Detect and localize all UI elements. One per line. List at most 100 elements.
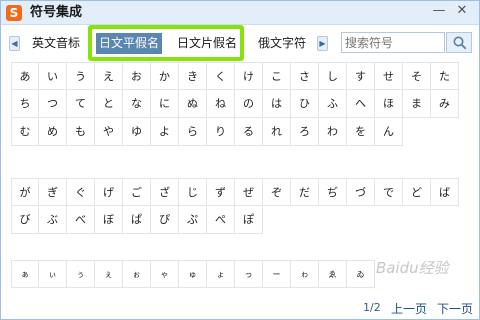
symbol-cell[interactable]: ぽ bbox=[235, 206, 263, 234]
symbol-cell[interactable]: ふ bbox=[319, 90, 347, 118]
symbol-cell[interactable]: ぢ bbox=[319, 178, 347, 206]
symbol-cell[interactable]: ぞ bbox=[263, 178, 291, 206]
symbol-cell[interactable]: ほ bbox=[375, 90, 403, 118]
symbol-cell[interactable]: が bbox=[11, 178, 39, 206]
tab-hiragana[interactable]: 日文平假名 bbox=[96, 33, 163, 54]
symbol-cell[interactable]: ぬ bbox=[179, 90, 207, 118]
symbol-cell[interactable]: じ bbox=[179, 178, 207, 206]
symbol-cell[interactable]: ぜ bbox=[235, 178, 263, 206]
symbol-cell[interactable]: て bbox=[67, 90, 95, 118]
symbol-cell[interactable]: へ bbox=[347, 90, 375, 118]
symbol-cell[interactable]: だ bbox=[291, 178, 319, 206]
symbol-cell[interactable]: ぼ bbox=[95, 206, 123, 234]
symbol-cell[interactable]: え bbox=[95, 62, 123, 90]
symbol-cell[interactable]: な bbox=[123, 90, 151, 118]
symbol-cell[interactable]: れ bbox=[263, 118, 291, 146]
symbol-cell[interactable]: ぃ bbox=[39, 260, 67, 288]
symbol-cell[interactable]: ゃ bbox=[151, 260, 179, 288]
symbol-cell[interactable]: ぺ bbox=[207, 206, 235, 234]
minimize-button[interactable]: — bbox=[431, 4, 447, 20]
scroll-left-icon[interactable]: ◀ bbox=[9, 36, 20, 51]
symbol-cell[interactable]: ず bbox=[207, 178, 235, 206]
symbol-cell[interactable]: ゎ bbox=[291, 260, 319, 288]
symbol-cell[interactable]: く bbox=[207, 62, 235, 90]
symbol-cell[interactable]: せ bbox=[375, 62, 403, 90]
symbol-cell[interactable]: ぱ bbox=[123, 206, 151, 234]
prev-page-link[interactable]: 上一页 bbox=[391, 300, 427, 317]
symbol-cell[interactable]: み bbox=[431, 90, 459, 118]
symbol-cell[interactable]: ざ bbox=[151, 178, 179, 206]
symbol-cell[interactable]: ぴ bbox=[151, 206, 179, 234]
symbol-cell[interactable]: む bbox=[11, 118, 39, 146]
symbol-cell[interactable]: び bbox=[11, 206, 39, 234]
page-indicator: 1/2 bbox=[363, 301, 381, 314]
symbol-cell[interactable]: ん bbox=[375, 118, 403, 146]
symbol-cell[interactable]: ま bbox=[403, 90, 431, 118]
tab-russian[interactable]: 俄文字符 bbox=[255, 33, 309, 54]
symbol-cell[interactable]: ゆ bbox=[123, 118, 151, 146]
symbol-cell[interactable]: っ bbox=[235, 260, 263, 288]
symbol-cell[interactable]: ゅ bbox=[179, 260, 207, 288]
symbol-cell[interactable]: の bbox=[235, 90, 263, 118]
symbol-cell[interactable]: あ bbox=[11, 62, 39, 90]
symbol-cell[interactable]: ご bbox=[123, 178, 151, 206]
symbol-cell[interactable]: は bbox=[263, 90, 291, 118]
footer: 1/2 上一页 下一页 bbox=[1, 297, 479, 319]
symbol-cell[interactable]: べ bbox=[67, 206, 95, 234]
symbol-cell[interactable]: ば bbox=[431, 178, 459, 206]
symbol-cell[interactable]: わ bbox=[319, 118, 347, 146]
sogou-logo-icon: S bbox=[6, 5, 22, 21]
symbol-cell[interactable]: り bbox=[207, 118, 235, 146]
symbol-cell[interactable]: よ bbox=[151, 118, 179, 146]
symbol-cell[interactable]: ぷ bbox=[179, 206, 207, 234]
symbol-cell[interactable]: ち bbox=[11, 90, 39, 118]
symbol-cell[interactable]: ろ bbox=[291, 118, 319, 146]
scroll-right-icon[interactable]: ▶ bbox=[317, 36, 328, 51]
symbol-cell[interactable]: ぎ bbox=[39, 178, 67, 206]
symbol-cell[interactable]: こ bbox=[263, 62, 291, 90]
symbol-cell[interactable]: げ bbox=[95, 178, 123, 206]
symbol-cell[interactable]: そ bbox=[403, 62, 431, 90]
symbol-cell[interactable]: ら bbox=[179, 118, 207, 146]
next-page-link[interactable]: 下一页 bbox=[437, 300, 473, 317]
symbol-cell[interactable]: き bbox=[179, 62, 207, 90]
symbol-cell[interactable]: る bbox=[235, 118, 263, 146]
symbol-cell[interactable]: け bbox=[235, 62, 263, 90]
symbol-cell[interactable]: ひ bbox=[291, 90, 319, 118]
symbol-cell[interactable]: で bbox=[375, 178, 403, 206]
symbol-cell[interactable]: お bbox=[123, 62, 151, 90]
symbol-cell[interactable]: に bbox=[151, 90, 179, 118]
search-button[interactable] bbox=[446, 32, 472, 53]
window-title: 符号集成 bbox=[30, 5, 83, 20]
symbol-cell[interactable]: と bbox=[95, 90, 123, 118]
symbol-cell[interactable]: ぐ bbox=[67, 178, 95, 206]
symbol-cell[interactable]: い bbox=[39, 62, 67, 90]
symbol-cell[interactable]: ゑ bbox=[319, 260, 347, 288]
symbol-cell[interactable]: か bbox=[151, 62, 179, 90]
symbol-cell[interactable]: ー bbox=[263, 260, 291, 288]
symbol-cell[interactable]: ぉ bbox=[123, 260, 151, 288]
symbol-cell[interactable]: ね bbox=[207, 90, 235, 118]
symbol-cell[interactable]: ぁ bbox=[11, 260, 39, 288]
symbol-cell[interactable]: め bbox=[39, 118, 67, 146]
symbol-cell[interactable]: ゐ bbox=[347, 260, 375, 288]
symbol-cell[interactable]: ぅ bbox=[67, 260, 95, 288]
tab-katakana[interactable]: 日文片假名 bbox=[174, 33, 240, 54]
symbol-cell[interactable]: ょ bbox=[207, 260, 235, 288]
symbol-cell[interactable]: う bbox=[67, 62, 95, 90]
tab-english-phonetic[interactable]: 英文音标 bbox=[29, 33, 83, 54]
symbol-cell[interactable]: た bbox=[431, 62, 459, 90]
symbol-cell[interactable]: づ bbox=[347, 178, 375, 206]
close-button[interactable]: ✕ bbox=[454, 4, 470, 20]
search-input[interactable] bbox=[341, 32, 445, 53]
symbol-cell[interactable]: ぇ bbox=[95, 260, 123, 288]
symbol-cell[interactable]: も bbox=[67, 118, 95, 146]
symbol-cell[interactable]: を bbox=[347, 118, 375, 146]
symbol-cell[interactable]: つ bbox=[39, 90, 67, 118]
symbol-cell[interactable]: や bbox=[95, 118, 123, 146]
symbol-cell[interactable]: し bbox=[319, 62, 347, 90]
symbol-cell[interactable]: さ bbox=[291, 62, 319, 90]
symbol-cell[interactable]: す bbox=[347, 62, 375, 90]
symbol-cell[interactable]: ぶ bbox=[39, 206, 67, 234]
symbol-cell[interactable]: ど bbox=[403, 178, 431, 206]
